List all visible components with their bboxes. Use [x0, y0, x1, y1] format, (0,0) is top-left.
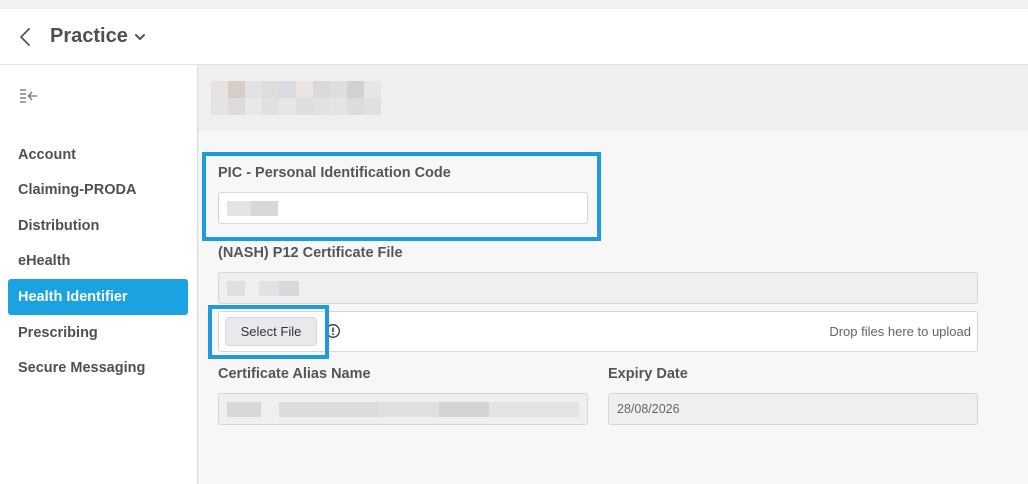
cert-file-name-field [218, 272, 978, 304]
sidebar-item-prescribing[interactable]: Prescribing [8, 315, 188, 351]
pic-input[interactable] [218, 192, 588, 224]
top-strip [0, 0, 1028, 9]
sidebar-nav: Account Claiming-PRODA Distribution eHea… [8, 137, 188, 386]
alias-label: Certificate Alias Name [218, 366, 371, 382]
sidebar-item-ehealth[interactable]: eHealth [8, 244, 188, 280]
back-button[interactable] [0, 9, 44, 65]
pic-label: PIC - Personal Identification Code [218, 165, 451, 181]
redacted-pic-value [227, 201, 251, 216]
sidebar-item-distribution[interactable]: Distribution [8, 208, 188, 244]
expiry-date-value: 28/08/2026 [617, 402, 680, 416]
sidebar-item-claiming-proda[interactable]: Claiming-PRODA [8, 173, 188, 209]
redacted-cert-file-name [227, 281, 245, 296]
chevron-left-icon [20, 27, 30, 46]
redacted-alias-value [227, 402, 261, 417]
chevron-down-icon [134, 33, 145, 40]
practice-name-banner [199, 65, 1028, 131]
drop-files-text: Drop files here to upload [829, 324, 971, 339]
alias-field [218, 393, 588, 425]
sidebar: Account Claiming-PRODA Distribution eHea… [0, 65, 198, 484]
cert-file-label: (NASH) P12 Certificate File [218, 245, 403, 261]
exclamation-circle-icon[interactable] [325, 323, 341, 339]
header: Practice [0, 9, 1028, 65]
title-dropdown-toggle[interactable] [134, 32, 146, 42]
sidebar-item-health-identifier[interactable]: Health Identifier [8, 279, 188, 315]
expiry-label: Expiry Date [608, 366, 688, 382]
expiry-date-field: 28/08/2026 [608, 393, 978, 425]
sidebar-item-account[interactable]: Account [8, 137, 188, 173]
collapse-sidebar-icon [20, 89, 37, 103]
sidebar-item-secure-messaging[interactable]: Secure Messaging [8, 351, 188, 387]
main-content: PIC - Personal Identification Code (NASH… [199, 65, 1028, 484]
page-title[interactable]: Practice [50, 25, 128, 48]
file-dropzone[interactable]: Select File Drop files here to upload [218, 311, 978, 352]
select-file-button[interactable]: Select File [225, 317, 317, 346]
collapse-sidebar-button[interactable] [18, 87, 40, 105]
